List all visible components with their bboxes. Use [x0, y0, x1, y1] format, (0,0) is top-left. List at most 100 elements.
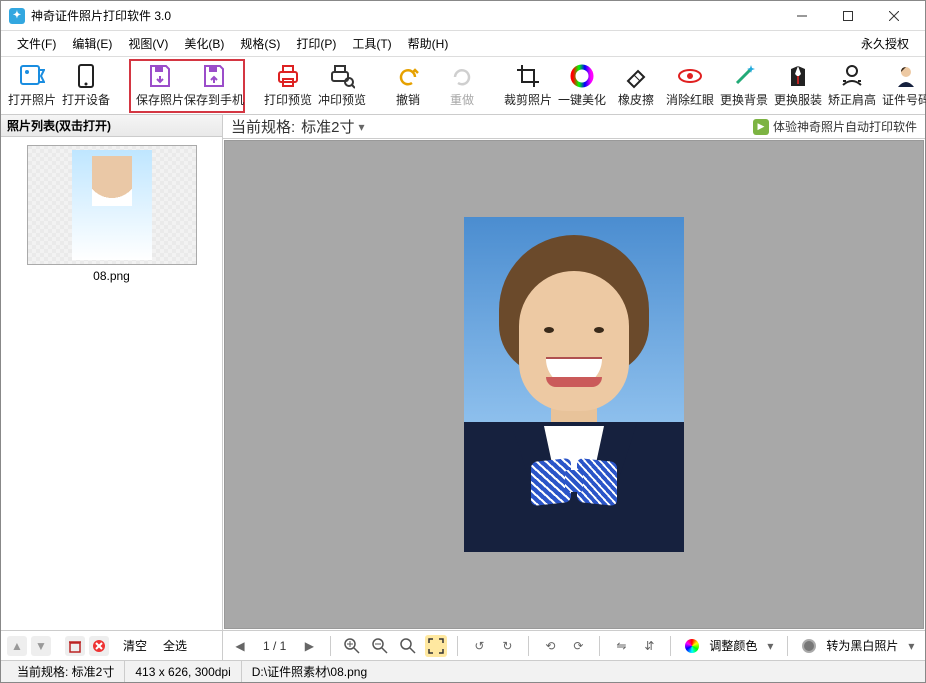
open-photo-label: 打开照片	[8, 91, 56, 108]
rotate-right-button[interactable]: ↻	[496, 635, 518, 657]
promo-text: 体验神奇照片自动打印软件	[773, 118, 917, 135]
zoom-reset-button[interactable]	[397, 635, 419, 657]
select-all-button[interactable]: 全选	[163, 637, 187, 654]
redo-button[interactable]: 重做	[435, 59, 489, 113]
spec-label: 当前规格:	[231, 116, 295, 137]
thumbnail-filename: 08.png	[27, 269, 197, 283]
spec-dropdown-icon[interactable]: ▾	[359, 120, 365, 134]
save-group-highlight: 保存照片 保存到手机	[129, 59, 245, 113]
photo-canvas[interactable]	[224, 140, 924, 629]
one-key-button[interactable]: 一键美化	[555, 59, 609, 113]
id-number-button[interactable]: 证件号码	[879, 59, 926, 113]
zoom-out-button[interactable]	[369, 635, 391, 657]
list-down-button[interactable]: ▼	[31, 636, 51, 656]
one-key-label: 一键美化	[558, 91, 606, 108]
open-device-label: 打开设备	[62, 91, 110, 108]
spec-value: 标准2寸	[301, 116, 354, 137]
remove-item-button[interactable]	[89, 636, 109, 656]
title-bar: ✦ 神奇证件照片打印软件 3.0	[1, 1, 925, 31]
save-phone-icon	[201, 63, 227, 89]
undo-label: 撤销	[396, 91, 420, 108]
fit-screen-button[interactable]	[425, 635, 447, 657]
print-preview-button[interactable]: 打印预览	[261, 59, 315, 113]
redo-icon	[449, 63, 475, 89]
adjust-color-button[interactable]: 调整颜色	[709, 637, 757, 654]
save-icon	[147, 63, 173, 89]
eraser-button[interactable]: 橡皮擦	[609, 59, 663, 113]
flip-h-button[interactable]: ⇋	[610, 635, 632, 657]
crop-icon	[515, 63, 541, 89]
save-photo-button[interactable]: 保存照片	[133, 59, 187, 113]
menu-print[interactable]: 打印(P)	[288, 32, 344, 55]
wand-icon	[731, 63, 757, 89]
dev-preview-button[interactable]: 冲印预览	[315, 59, 369, 113]
open-device-button[interactable]: 打开设备	[59, 59, 113, 113]
redeye-label: 消除红眼	[666, 91, 714, 108]
suit-icon	[785, 63, 811, 89]
maximize-button[interactable]	[825, 1, 871, 31]
color-wheel-icon	[681, 635, 703, 657]
crop-button[interactable]: 裁剪照片	[501, 59, 555, 113]
redo-label: 重做	[450, 91, 474, 108]
bw-icon	[798, 635, 820, 657]
menu-help[interactable]: 帮助(H)	[400, 32, 457, 55]
status-dim: 413 x 626, 300dpi	[125, 661, 241, 682]
menu-bar: 文件(F) 编辑(E) 视图(V) 美化(B) 规格(S) 打印(P) 工具(T…	[1, 31, 925, 57]
rotate-left-button[interactable]: ↺	[468, 635, 490, 657]
adjust-color-dropdown[interactable]: ▾	[763, 639, 777, 653]
printer-search-icon	[329, 63, 355, 89]
menu-beauty[interactable]: 美化(B)	[176, 32, 232, 55]
to-bw-dropdown[interactable]: ▾	[904, 639, 918, 653]
content-area: 照片列表(双击打开) 08.png ▲ ▼ 清空 全选	[1, 115, 925, 660]
promo-link[interactable]: ▶ 体验神奇照片自动打印软件	[753, 118, 917, 135]
next-page-button[interactable]: ▶	[298, 635, 320, 657]
rotate-cw-fine-button[interactable]: ⟳	[567, 635, 589, 657]
save-phone-label: 保存到手机	[184, 91, 244, 108]
menu-spec[interactable]: 规格(S)	[232, 32, 288, 55]
rotate-ccw-fine-button[interactable]: ⟲	[539, 635, 561, 657]
change-cloth-label: 更换服装	[774, 91, 822, 108]
close-button[interactable]	[871, 1, 917, 31]
status-bar: 当前规格: 标准2寸 413 x 626, 300dpi D:\证件照素材\08…	[1, 660, 925, 682]
sidebar-header: 照片列表(双击打开)	[1, 115, 222, 137]
change-cloth-button[interactable]: 更换服装	[771, 59, 825, 113]
eraser-icon	[623, 63, 649, 89]
device-icon	[73, 63, 99, 89]
shoulder-icon	[839, 63, 865, 89]
redeye-button[interactable]: 消除红眼	[663, 59, 717, 113]
person-icon	[893, 63, 919, 89]
menu-license[interactable]: 永久授权	[853, 32, 917, 55]
open-photo-button[interactable]: 打开照片	[5, 59, 59, 113]
dev-preview-label: 冲印预览	[318, 91, 366, 108]
undo-button[interactable]: 撤销	[381, 59, 435, 113]
sidebar-footer: ▲ ▼ 清空 全选	[1, 630, 222, 660]
delete-item-button[interactable]	[65, 636, 85, 656]
thumbnail-item[interactable]: 08.png	[27, 145, 197, 283]
fix-shoulder-button[interactable]: 矫正肩高	[825, 59, 879, 113]
zoom-in-button[interactable]	[341, 635, 363, 657]
main-footer: ◀ 1 / 1 ▶ ↺ ↻ ⟲ ⟳ ⇋ ⇵ 调整颜色 ▾ 转为黑白照片 ▾	[223, 630, 925, 660]
to-bw-button[interactable]: 转为黑白照片	[826, 637, 898, 654]
info-bar: 当前规格: 标准2寸 ▾ ▶ 体验神奇照片自动打印软件	[223, 115, 925, 139]
eraser-label: 橡皮擦	[618, 91, 654, 108]
menu-file[interactable]: 文件(F)	[9, 32, 64, 55]
open-photo-icon	[19, 63, 45, 89]
main-panel: 当前规格: 标准2寸 ▾ ▶ 体验神奇照片自动打印软件	[223, 115, 925, 660]
promo-icon: ▶	[753, 119, 769, 135]
id-number-label: 证件号码	[882, 91, 926, 108]
clear-button[interactable]: 清空	[123, 637, 147, 654]
prev-page-button[interactable]: ◀	[229, 635, 251, 657]
save-to-phone-button[interactable]: 保存到手机	[187, 59, 241, 113]
flip-v-button[interactable]: ⇵	[638, 635, 660, 657]
crop-label: 裁剪照片	[504, 91, 552, 108]
page-indicator: 1 / 1	[257, 639, 292, 653]
window-title: 神奇证件照片打印软件 3.0	[31, 7, 171, 24]
minimize-button[interactable]	[779, 1, 825, 31]
list-up-button[interactable]: ▲	[7, 636, 27, 656]
sidebar: 照片列表(双击打开) 08.png ▲ ▼ 清空 全选	[1, 115, 223, 660]
menu-tools[interactable]: 工具(T)	[344, 32, 399, 55]
change-bg-button[interactable]: 更换背景	[717, 59, 771, 113]
print-preview-label: 打印预览	[264, 91, 312, 108]
menu-view[interactable]: 视图(V)	[120, 32, 176, 55]
menu-edit[interactable]: 编辑(E)	[64, 32, 120, 55]
